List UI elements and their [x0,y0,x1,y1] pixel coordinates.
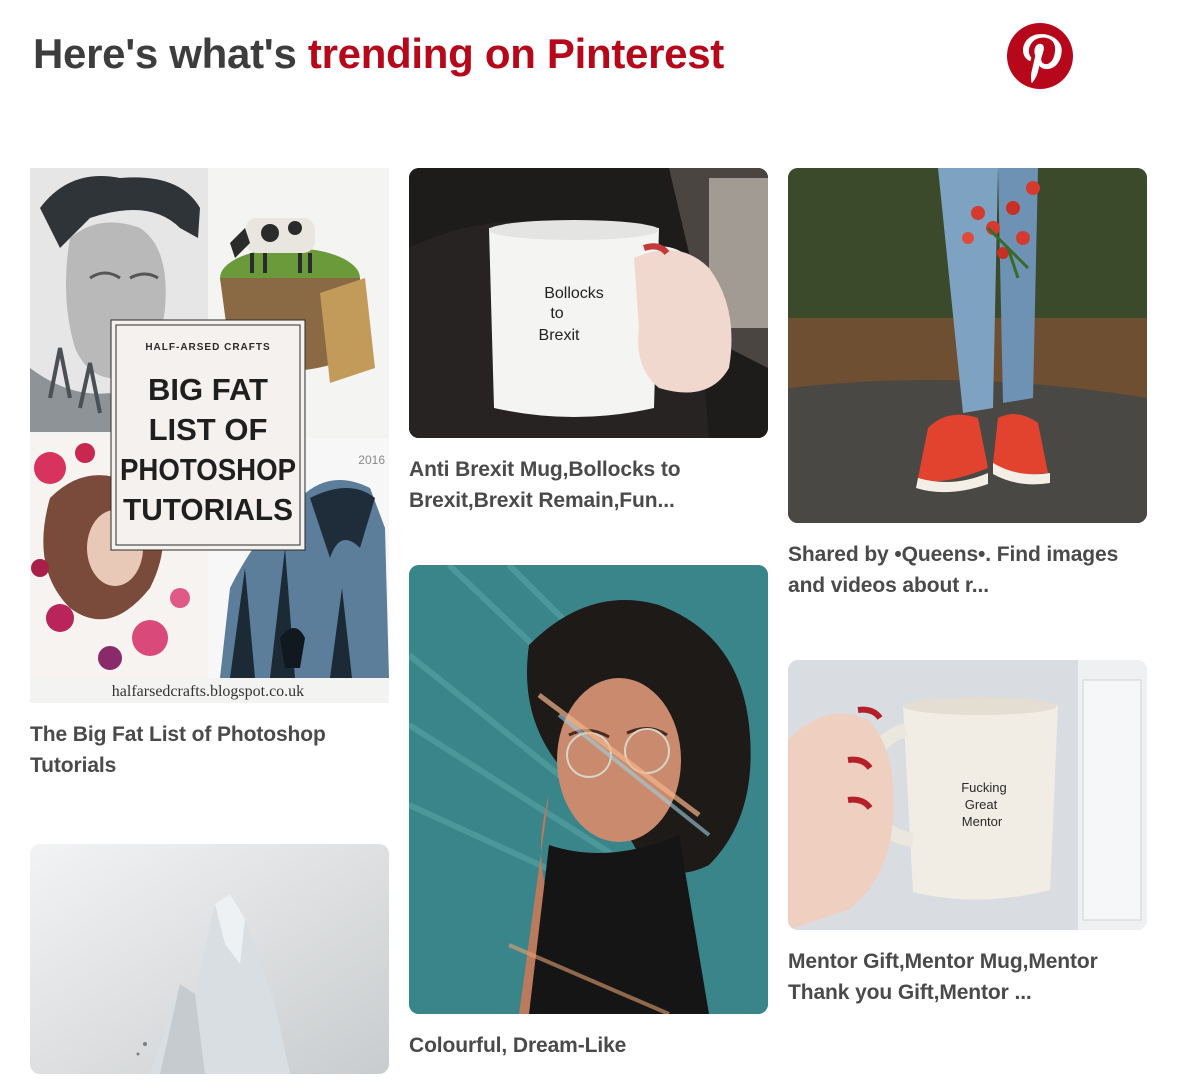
svg-text:Brexit: Brexit [539,327,580,344]
pin-title[interactable]: Colourful, Dream-Like [409,1030,768,1061]
pin-title[interactable]: Mentor Gift,Mentor Mug,Mentor Thank you … [788,946,1147,1008]
title-accent: trending on Pinterest [307,30,724,77]
svg-text:2016: 2016 [358,453,385,467]
title-prefix: Here's what's [33,30,308,77]
pin-image[interactable] [30,844,389,1074]
pin-card-colourful-dreamlike[interactable]: Colourful, Dream-Like [409,565,768,1061]
svg-text:Mentor: Mentor [962,814,1003,829]
svg-text:TUTORIALS: TUTORIALS [123,492,293,527]
page-title: Here's what's trending on Pinterest [33,30,724,78]
pin-title[interactable]: Shared by •Queens•. Find images and vide… [788,539,1147,601]
svg-text:Fucking: Fucking [961,780,1007,795]
pin-image[interactable] [409,565,768,1014]
svg-text:LIST OF: LIST OF [149,412,268,447]
pinterest-logo-icon[interactable] [1006,22,1074,90]
pin-card-photoshop-tutorials[interactable]: 2016 HALF-ARSED CRAFTS BIG FAT LIST OF P… [30,168,389,781]
pin-card-mentor-mug[interactable]: Fucking Great Mentor Mentor Gift,Mentor … [788,660,1147,1008]
svg-text:halfarsedcrafts.blogspot.co.uk: halfarsedcrafts.blogspot.co.uk [112,683,304,700]
pin-title[interactable]: Anti Brexit Mug,Bollocks to Brexit,Brexi… [409,454,768,516]
pin-card-paper-mountains[interactable] [30,844,389,1090]
pin-image[interactable]: 2016 HALF-ARSED CRAFTS BIG FAT LIST OF P… [30,168,389,703]
svg-text:Great: Great [965,797,998,812]
svg-text:to: to [550,305,563,322]
svg-text:PHOTOSHOP: PHOTOSHOP [120,452,296,487]
svg-text:BIG FAT: BIG FAT [148,372,268,407]
pin-card-red-sneakers[interactable]: Shared by •Queens•. Find images and vide… [788,168,1147,601]
svg-text:HALF-ARSED CRAFTS: HALF-ARSED CRAFTS [145,342,270,353]
pin-card-brexit-mug[interactable]: Bollocks to Brexit Anti Brexit Mug,Bollo… [409,168,768,516]
pin-image[interactable]: Fucking Great Mentor [788,660,1147,930]
svg-text:Bollocks: Bollocks [544,285,604,302]
pin-image[interactable] [788,168,1147,523]
pin-image[interactable]: Bollocks to Brexit [409,168,768,438]
pin-title[interactable]: The Big Fat List of Photoshop Tutorials [30,719,389,781]
